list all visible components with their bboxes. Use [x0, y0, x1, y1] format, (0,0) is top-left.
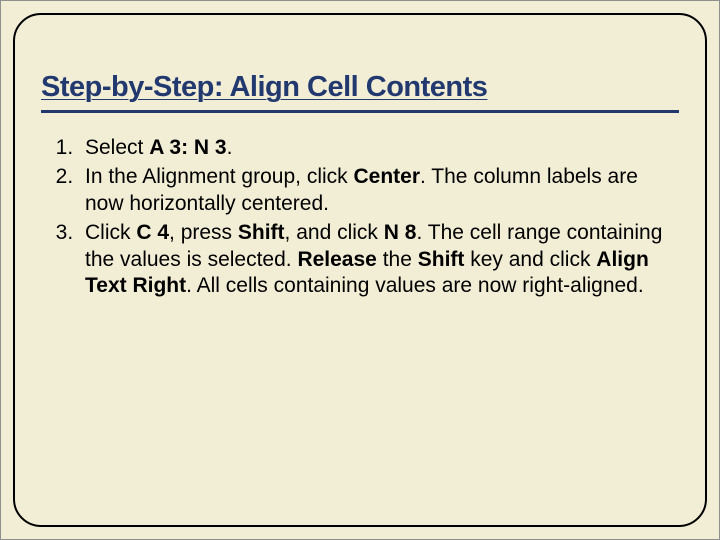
step-1-text-a: Select — [85, 136, 149, 159]
step-3-text-e: , and click — [285, 221, 384, 244]
step-3-n8: N 8 — [384, 221, 417, 244]
step-3-shift2: Shift — [418, 248, 465, 271]
step-3-text-m: . All cells containing values are now ri… — [186, 274, 644, 297]
step-list: Select A 3: N 3. In the Alignment group,… — [41, 135, 679, 300]
step-3-text-a: Click — [85, 221, 136, 244]
step-2-text-a: In the Alignment group, click — [85, 165, 353, 188]
step-2-center: Center — [353, 165, 420, 188]
step-2: In the Alignment group, click Center. Th… — [79, 164, 675, 218]
step-1: Select A 3: N 3. — [79, 135, 675, 162]
step-1-range: A 3: N 3 — [149, 136, 226, 159]
slide-title: Step-by-Step: Align Cell Contents — [41, 71, 679, 104]
step-3-text-i: the — [377, 248, 418, 271]
slide: Step-by-Step: Align Cell Contents Select… — [0, 0, 720, 540]
slide-content: Step-by-Step: Align Cell Contents Select… — [1, 1, 719, 539]
step-3-text-k: key and click — [464, 248, 596, 271]
step-3-shift1: Shift — [238, 221, 285, 244]
step-3-c4: C 4 — [136, 221, 169, 244]
step-1-text-c: . — [227, 136, 233, 159]
step-3-release: Release — [297, 248, 376, 271]
step-3: Click C 4, press Shift, and click N 8. T… — [79, 220, 675, 301]
step-3-text-c: , press — [169, 221, 238, 244]
title-underline — [41, 110, 679, 113]
